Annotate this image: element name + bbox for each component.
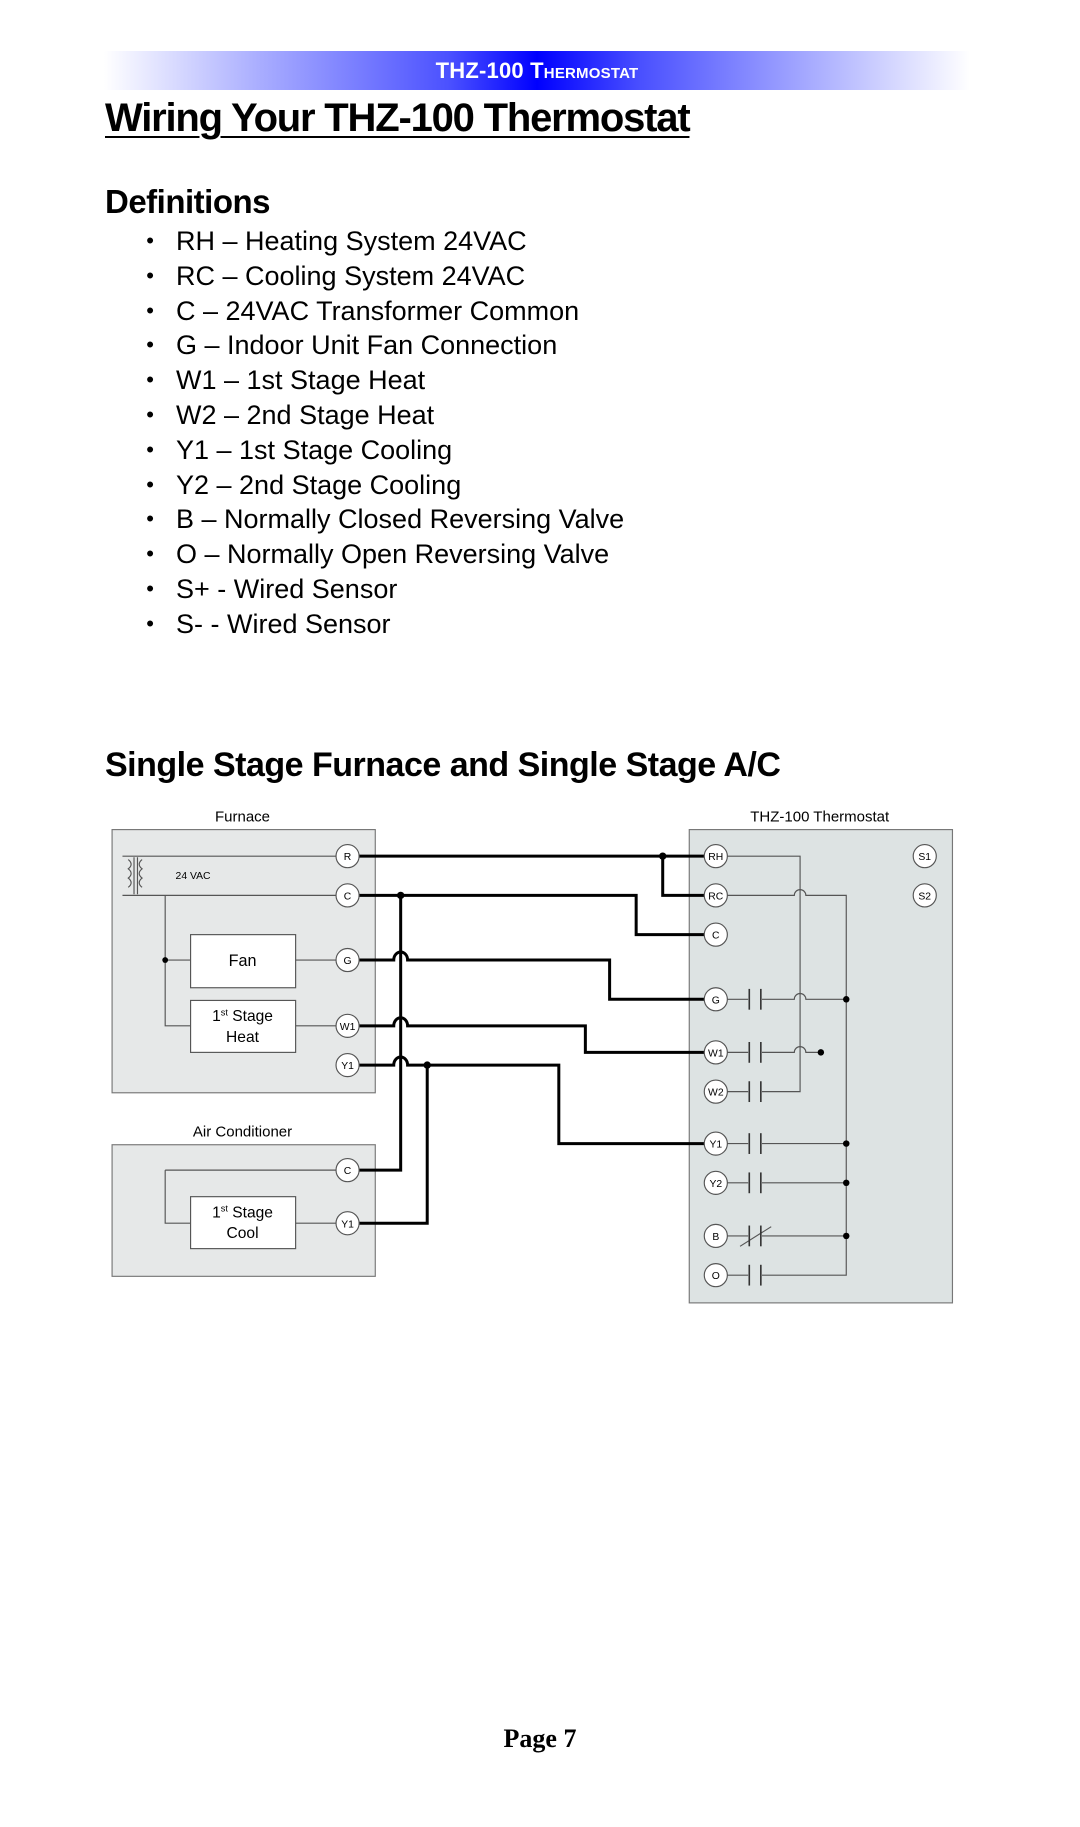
definition-text: Y2 – 2nd Stage Cooling xyxy=(176,469,462,500)
heat-label-2: Heat xyxy=(226,1029,260,1046)
thermostat-box xyxy=(688,829,954,1304)
definitions-list: • RH – Heating System 24VAC • RC – Cooling … xyxy=(105,224,624,642)
running-header-title: THZ-100 Thermostat xyxy=(435,57,639,83)
definition-item: • G – Indoor Unit Fan Connection xyxy=(105,328,624,363)
thermostat-terminal: RH xyxy=(703,844,728,869)
terminal-label: Y1 xyxy=(709,1140,722,1151)
thermostat-terminal: Y1 xyxy=(703,1131,728,1156)
bullet-icon: • xyxy=(146,332,154,358)
bullet-icon: • xyxy=(146,262,154,288)
thermostat-terminal: W1 xyxy=(703,1040,728,1065)
bullet-icon: • xyxy=(146,297,154,323)
bullet-icon: • xyxy=(146,228,154,253)
definition-text: Y1 – 1st Stage Cooling xyxy=(176,434,453,465)
definition-item: • S+ - Wired Sensor xyxy=(105,572,624,607)
definition-item: • C – 24VAC Transformer Common xyxy=(105,294,624,329)
terminal-label: O xyxy=(712,1271,720,1282)
wire-c xyxy=(359,893,705,937)
definitions-heading: Definitions xyxy=(105,183,271,220)
definition-item: • Y2 – 2nd Stage Cooling xyxy=(105,468,624,503)
definition-item: • RC – Cooling System 24VAC xyxy=(105,259,624,294)
wire-g xyxy=(359,950,705,1001)
definition-text: W2 – 2nd Stage Heat xyxy=(176,399,435,430)
running-header-bar: THZ-100 Thermostat xyxy=(104,51,970,90)
thermostat-terminal: O xyxy=(703,1263,728,1288)
thermostat-terminal: RC xyxy=(703,883,728,908)
definition-item: • RH – Heating System 24VAC xyxy=(105,224,624,259)
terminal-label: RH xyxy=(708,852,723,863)
definition-item: • S- - Wired Sensor xyxy=(105,607,624,642)
bullet-icon: • xyxy=(146,367,154,393)
definition-item: • W2 – 2nd Stage Heat xyxy=(105,398,624,433)
thermostat-terminal: G xyxy=(703,987,728,1012)
thermostat-terminal: B xyxy=(703,1223,728,1249)
terminal-label: W1 xyxy=(340,1022,356,1033)
terminal-label: Y1 xyxy=(341,1061,354,1072)
page-number: Page 7 xyxy=(503,1724,577,1753)
terminal-label: G xyxy=(712,995,720,1006)
definition-text: O – Normally Open Reversing Valve xyxy=(176,539,610,570)
definition-text: S- - Wired Sensor xyxy=(176,608,391,639)
wire-w1 xyxy=(359,1016,705,1054)
definition-item: • W1 – 1st Stage Heat xyxy=(105,363,624,398)
furnace-terminal: W1 xyxy=(335,1013,360,1038)
bullet-icon: • xyxy=(146,471,154,497)
thermostat-terminal: Y2 xyxy=(703,1170,728,1195)
definition-item: • O – Normally Open Reversing Valve xyxy=(105,537,624,572)
definition-text: RC – Cooling System 24VAC xyxy=(176,260,526,291)
terminal-label: B xyxy=(712,1232,719,1243)
page-title: Wiring Your THZ-100 Thermostat xyxy=(105,96,691,140)
definition-text: S+ - Wired Sensor xyxy=(176,573,398,604)
terminal-label: S1 xyxy=(918,852,931,863)
terminal-label: Y2 xyxy=(709,1179,722,1190)
terminal-label: W1 xyxy=(708,1048,724,1059)
terminal-label: Y1 xyxy=(341,1219,354,1230)
junction-dot xyxy=(162,957,169,963)
terminal-label: W2 xyxy=(708,1088,724,1099)
terminal-label: C xyxy=(344,1166,352,1177)
definition-text: C – 24VAC Transformer Common xyxy=(176,295,580,326)
ac-label: Air Conditioner xyxy=(193,1124,292,1141)
bullet-icon: • xyxy=(146,401,154,427)
terminal-label: R xyxy=(344,852,352,863)
fan-label: Fan xyxy=(229,952,257,970)
thermostat-label: THZ-100 Thermostat xyxy=(750,809,890,826)
terminal-label: C xyxy=(344,891,352,902)
definition-item: • Y1 – 1st Stage Cooling xyxy=(105,433,624,468)
bullet-icon: • xyxy=(146,506,154,532)
terminal-label: S2 xyxy=(918,891,931,902)
terminal-label: RC xyxy=(708,891,723,902)
furnace-terminal: Y1 xyxy=(335,1052,360,1078)
definition-item: • B – Normally Closed Reversing Valve xyxy=(105,502,624,537)
bullet-icon: • xyxy=(146,436,154,462)
furnace-terminal: G xyxy=(335,947,360,973)
wiring-diagram: Furnace Air Conditioner THZ-100 Thermost… xyxy=(111,809,954,1304)
bullet-icon: • xyxy=(146,610,154,636)
terminal-label: G xyxy=(344,956,352,967)
definition-text: W1 – 1st Stage Heat xyxy=(176,365,426,396)
thermostat-terminal: C xyxy=(703,922,728,947)
furnace-terminal: C xyxy=(335,883,360,908)
bullet-icon: • xyxy=(146,541,154,567)
ac-terminal: Y1 xyxy=(335,1211,360,1236)
field-wires xyxy=(359,854,705,1225)
cool-label-2: Cool xyxy=(227,1225,259,1242)
bullet-icon: • xyxy=(146,575,154,601)
ac-terminal: C xyxy=(335,1158,360,1183)
definition-text: B – Normally Closed Reversing Valve xyxy=(176,504,625,535)
sensor-terminal: S1 xyxy=(912,844,937,869)
terminal-label: C xyxy=(712,931,720,942)
definition-text: G – Indoor Unit Fan Connection xyxy=(176,330,558,361)
wire-y1 xyxy=(359,1055,705,1146)
furnace-label: Furnace xyxy=(215,809,270,826)
section-heading: Single Stage Furnace and Single Stage A/… xyxy=(105,746,781,784)
sensor-terminal: S2 xyxy=(912,883,937,908)
definition-text: RH – Heating System 24VAC xyxy=(176,226,527,256)
furnace-terminal: R xyxy=(335,844,360,869)
thermostat-terminal: W2 xyxy=(703,1079,728,1104)
transformer-label: 24 VAC xyxy=(176,871,211,882)
